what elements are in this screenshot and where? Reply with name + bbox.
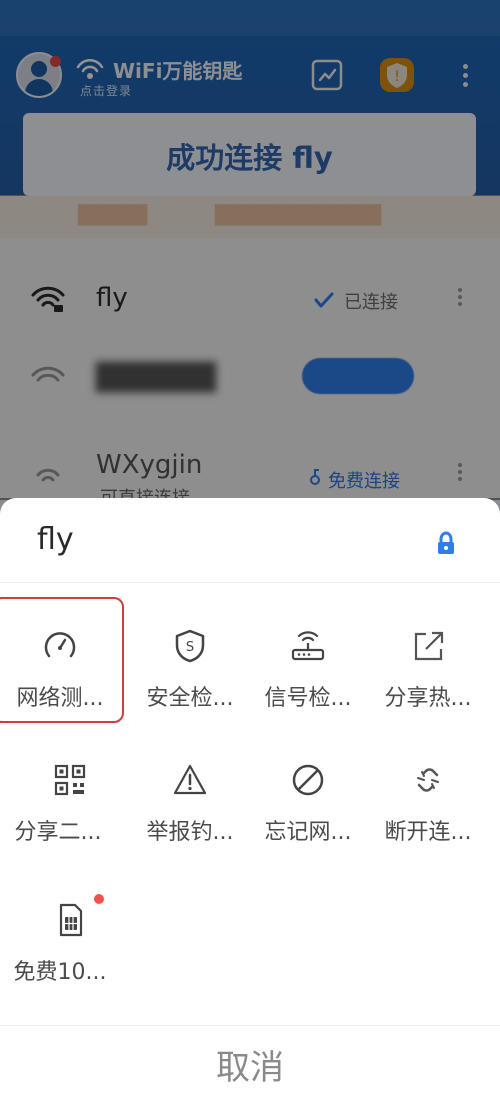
action-grid: 网络测... S 安全检... 信号检... 分享热... 分享二... 举报钓… (0, 584, 500, 1024)
warning-triangle-icon (173, 764, 207, 795)
forget-network-icon (292, 764, 324, 796)
security-check-icon: S (175, 629, 205, 663)
sheet-divider (0, 582, 500, 583)
dim-overlay[interactable] (0, 0, 500, 500)
action-share-qr[interactable]: 分享二... (10, 732, 130, 864)
action-share-hotspot[interactable]: 分享热... (368, 598, 488, 730)
qr-code-icon (54, 764, 86, 796)
action-signal-check[interactable]: 信号检... (248, 598, 368, 730)
action-label: 分享二... (14, 820, 102, 845)
sheet-title: fly (37, 522, 74, 557)
lock-icon (438, 531, 454, 554)
action-label: 分享热... (384, 686, 472, 711)
action-label: 网络测... (16, 686, 104, 711)
action-free-data[interactable]: 免费10... (10, 872, 130, 1004)
action-security-check[interactable]: S 安全检... (130, 598, 250, 730)
bottom-sheet: fly 网络测... S 安全检... 信号检... 分享热... 分享二...… (0, 498, 500, 1111)
action-label: 举报钓... (146, 820, 234, 845)
app-screen: WiFi万能钥匙 点击登录 ! 成功连接 fly █████ █████████… (0, 0, 500, 1111)
action-label: 忘记网... (264, 820, 352, 845)
new-badge-dot (94, 894, 104, 904)
action-disconnect[interactable]: 断开连... (368, 732, 488, 864)
svg-text:S: S (186, 640, 194, 655)
action-label: 断开连... (384, 820, 472, 845)
router-icon (291, 631, 325, 661)
cancel-button[interactable]: 取消 (0, 1026, 500, 1111)
disconnect-icon (417, 768, 439, 792)
action-label: 免费10... (13, 960, 107, 985)
share-icon (414, 631, 444, 661)
speedometer-icon (44, 632, 76, 658)
action-label: 信号检... (264, 686, 352, 711)
action-label: 安全检... (146, 686, 234, 711)
action-report-phishing[interactable]: 举报钓... (130, 732, 250, 864)
action-network-test[interactable]: 网络测... (0, 597, 124, 730)
sim-card-icon (59, 903, 83, 937)
action-forget-network[interactable]: 忘记网... (248, 732, 368, 864)
